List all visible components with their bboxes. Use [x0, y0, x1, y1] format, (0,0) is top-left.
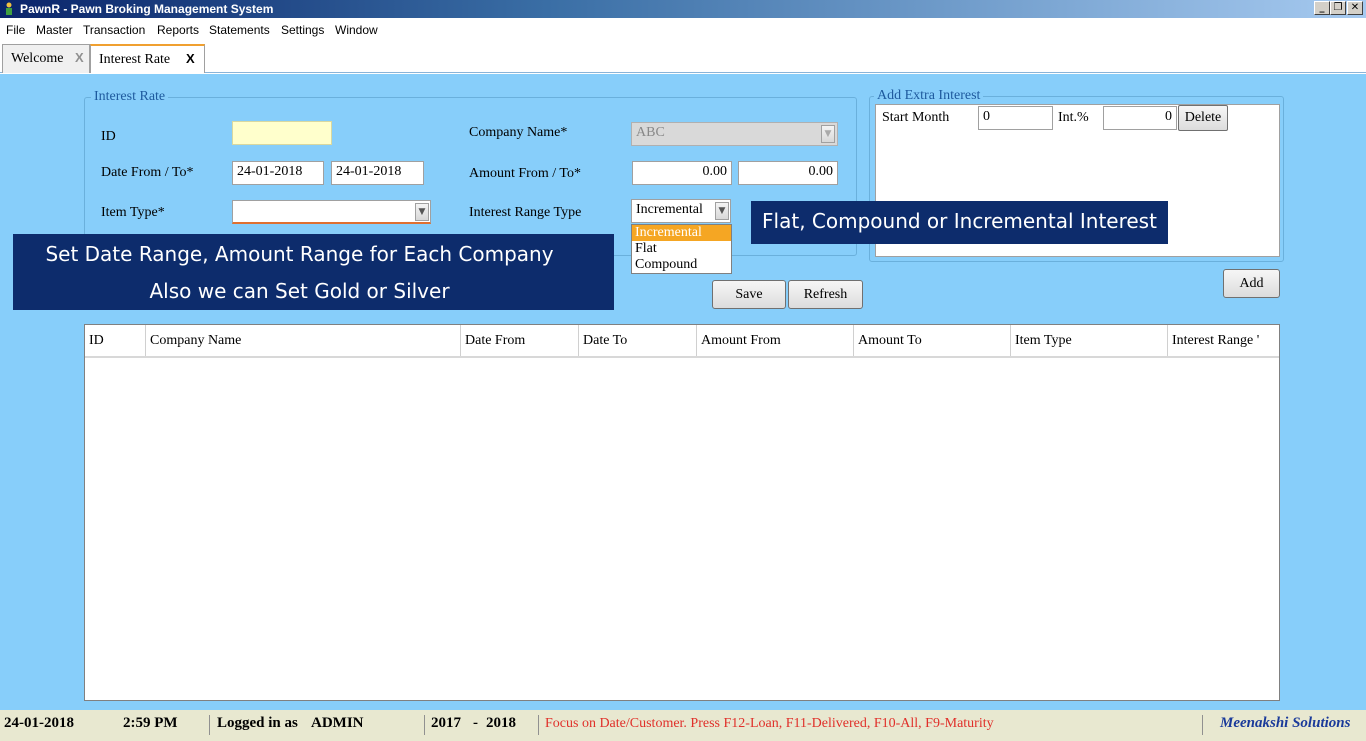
amount-label: Amount From / To* — [469, 166, 581, 181]
interest-rate-table[interactable]: ID Company Name Date From Date To Amount… — [84, 324, 1280, 701]
interest-rate-legend: Interest Rate — [91, 89, 169, 105]
tab-interest-rate-close-icon[interactable]: X — [186, 51, 195, 66]
menu-transaction[interactable]: Transaction — [83, 23, 145, 37]
app-icon — [6, 2, 12, 15]
item-type-chevron-down-icon[interactable]: ▼ — [415, 203, 429, 221]
status-hint: Focus on Date/Customer. Press F12-Loan, … — [545, 716, 994, 731]
interest-range-type-label: Interest Range Type — [469, 205, 582, 220]
interest-range-type-value: Incremental — [636, 202, 703, 217]
status-brand: Meenakshi Solutions — [1220, 715, 1351, 731]
status-user: ADMIN — [311, 715, 364, 731]
delete-button[interactable]: Delete — [1178, 105, 1228, 131]
dropdown-option-flat[interactable]: Flat — [632, 241, 731, 257]
interest-range-chevron-down-icon[interactable]: ▼ — [715, 202, 729, 220]
close-window-button[interactable]: ✕ — [1347, 1, 1363, 15]
status-time: 2:59 PM — [123, 715, 178, 731]
restore-button[interactable]: ❐ — [1330, 1, 1346, 15]
tab-interest-rate-label: Interest Rate — [99, 52, 171, 67]
date-from-field[interactable]: 24-01-2018 — [232, 161, 324, 185]
menu-window[interactable]: Window — [335, 23, 378, 37]
int-percent-label: Int.% — [1058, 110, 1089, 125]
column-header-item-type[interactable]: Item Type — [1011, 325, 1168, 356]
company-name-select: ABC — [631, 122, 838, 146]
callout-interest-types: Flat, Compound or Incremental Interest — [751, 201, 1168, 244]
column-header-date-from[interactable]: Date From — [461, 325, 579, 356]
column-header-company-name[interactable]: Company Name — [146, 325, 461, 356]
item-type-select[interactable] — [232, 200, 431, 224]
save-button[interactable]: Save — [712, 280, 786, 309]
tab-welcome-close-icon[interactable]: X — [75, 50, 84, 65]
company-name-label: Company Name* — [469, 125, 568, 140]
dropdown-option-compound[interactable]: Compound — [632, 257, 731, 273]
menu-settings[interactable]: Settings — [281, 23, 324, 37]
status-divider — [1202, 715, 1203, 735]
amount-from-field[interactable]: 0.00 — [632, 161, 732, 185]
menu-file[interactable]: File — [6, 23, 25, 37]
menu-master[interactable]: Master — [36, 23, 73, 37]
status-bar: 24-01-2018 2:59 PM Logged in as ADMIN 20… — [0, 710, 1366, 741]
column-header-amount-to[interactable]: Amount To — [854, 325, 1011, 356]
menu-bar: File Master Transaction Reports Statemen… — [0, 19, 1366, 42]
refresh-button[interactable]: Refresh — [788, 280, 863, 309]
status-year-separator: - — [473, 715, 478, 731]
amount-to-field[interactable]: 0.00 — [738, 161, 838, 185]
date-to-field[interactable]: 24-01-2018 — [331, 161, 424, 185]
status-divider — [209, 715, 210, 735]
add-button[interactable]: Add — [1223, 269, 1280, 298]
status-logged-label: Logged in as — [217, 715, 298, 731]
item-type-label: Item Type* — [101, 205, 165, 220]
menu-reports[interactable]: Reports — [157, 23, 199, 37]
start-month-field[interactable]: 0 — [978, 106, 1053, 130]
company-chevron-down-icon: ▼ — [821, 125, 835, 143]
start-month-label: Start Month — [882, 110, 950, 125]
column-header-interest-range[interactable]: Interest Range ' — [1168, 325, 1279, 356]
tab-interest-rate[interactable]: Interest Rate X — [90, 44, 205, 73]
date-label: Date From / To* — [101, 165, 194, 180]
int-percent-field[interactable]: 0 — [1103, 106, 1177, 130]
main-area: Interest Rate ID Date From / To* 24-01-2… — [0, 74, 1366, 710]
extra-interest-legend: Add Extra Interest — [874, 88, 984, 104]
id-label: ID — [101, 129, 116, 144]
callout-line-1: Set Date Range, Amount Range for Each Co… — [45, 242, 554, 266]
callout-interest-types-text: Flat, Compound or Incremental Interest — [762, 209, 1157, 233]
window-title: PawnR - Pawn Broking Management System — [20, 2, 274, 16]
menu-statements[interactable]: Statements — [209, 23, 270, 37]
callout-line-2: Also we can Set Gold or Silver — [149, 279, 450, 303]
table-header: ID Company Name Date From Date To Amount… — [85, 325, 1279, 358]
tab-welcome[interactable]: Welcome X — [2, 44, 90, 73]
column-header-date-to[interactable]: Date To — [579, 325, 697, 356]
title-bar: PawnR - Pawn Broking Management System _… — [0, 0, 1366, 18]
tab-strip: Welcome X Interest Rate X — [0, 42, 1366, 73]
tab-welcome-label: Welcome — [11, 51, 64, 66]
status-date: 24-01-2018 — [4, 715, 74, 731]
callout-date-amount: Set Date Range, Amount Range for Each Co… — [13, 234, 614, 310]
company-name-value: ABC — [636, 125, 665, 140]
dropdown-option-incremental[interactable]: Incremental — [632, 225, 731, 241]
status-divider — [538, 715, 539, 735]
id-field[interactable] — [232, 121, 332, 145]
minimize-button[interactable]: _ — [1314, 1, 1330, 15]
column-header-id[interactable]: ID — [85, 325, 146, 356]
status-year-to: 2018 — [486, 715, 516, 731]
status-year-from: 2017 — [431, 715, 461, 731]
column-header-amount-from[interactable]: Amount From — [697, 325, 854, 356]
interest-range-dropdown: Incremental Flat Compound — [631, 224, 732, 274]
status-divider — [424, 715, 425, 735]
